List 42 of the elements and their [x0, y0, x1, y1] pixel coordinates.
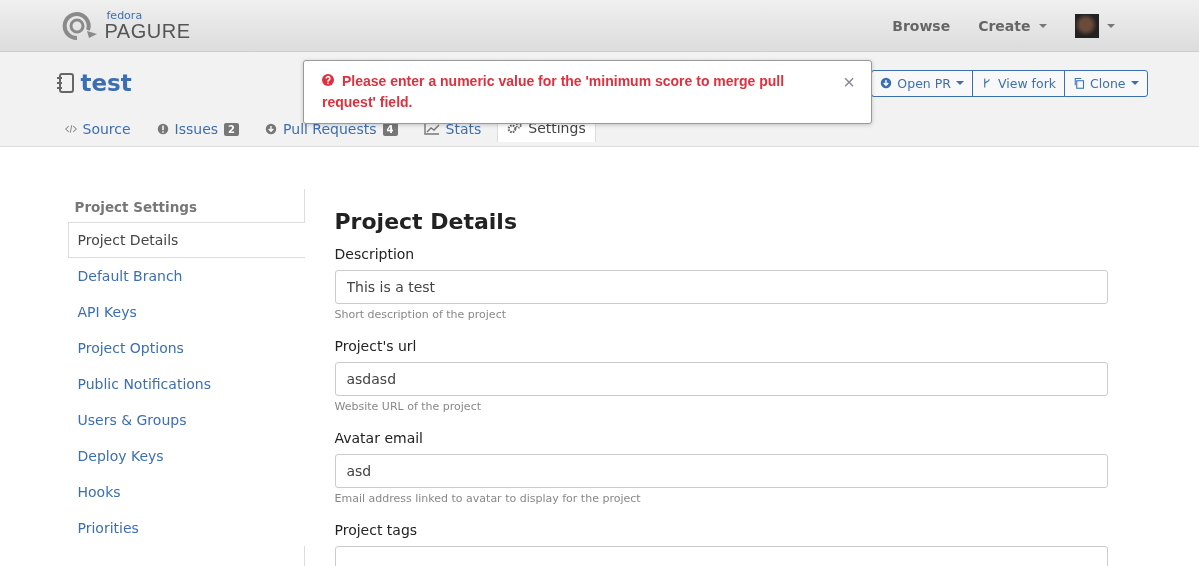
gears-icon	[507, 122, 523, 134]
help-text: Email address linked to avatar to display for the project	[334, 492, 642, 505]
code-icon	[64, 123, 77, 135]
logo-small-text: fedora	[106, 10, 144, 21]
download-icon	[880, 77, 893, 89]
download-icon	[265, 123, 278, 135]
repo-tab[interactable]: Issues 2	[146, 115, 250, 142]
avatar	[1074, 13, 1099, 38]
sidebar-title: Project Settings	[73, 199, 198, 217]
logo-text: PAGURE	[104, 21, 191, 41]
help-text: Short description of the project	[334, 308, 507, 321]
question-icon	[322, 74, 334, 86]
action-button[interactable]: View fork	[971, 69, 1066, 97]
text-field[interactable]: asdasd	[334, 362, 1108, 396]
help-text: Website URL of the project	[334, 400, 482, 413]
text-field[interactable]: This is a test	[334, 270, 1108, 304]
repo-title[interactable]: test	[80, 70, 132, 96]
caret-icon	[1106, 23, 1115, 28]
count-badge: 2	[224, 122, 240, 136]
nav-link[interactable]: Browse	[892, 17, 951, 34]
field-label: Project's url	[334, 338, 418, 354]
caret-icon	[1038, 23, 1047, 28]
copy-icon	[1073, 77, 1086, 89]
alert-message: Please enter a numeric value for the 'minimum score to merge pull request' field.	[322, 72, 786, 112]
repo-tab[interactable]: Source	[54, 115, 141, 142]
section-title: Project Details	[334, 209, 518, 234]
user-menu[interactable]	[1074, 13, 1115, 38]
caret-icon	[955, 81, 964, 85]
action-button[interactable]: Clone	[1064, 69, 1148, 97]
caret-icon	[1130, 81, 1139, 85]
chart-icon	[423, 123, 440, 135]
field-label: Description	[334, 246, 416, 262]
sidebar-item[interactable]: Project Details	[67, 222, 305, 258]
action-button[interactable]: Open PR	[871, 69, 973, 97]
repo-tab[interactable]: Stats	[413, 115, 492, 142]
field-label: Avatar email	[334, 430, 424, 446]
repo-icon	[54, 72, 75, 94]
close-button[interactable]: ×	[843, 71, 855, 93]
field-label: Project tags	[334, 522, 419, 538]
nav-link[interactable]: Create	[978, 17, 1047, 34]
text-field[interactable]: asd	[334, 454, 1108, 488]
exclamation-icon	[156, 123, 169, 135]
